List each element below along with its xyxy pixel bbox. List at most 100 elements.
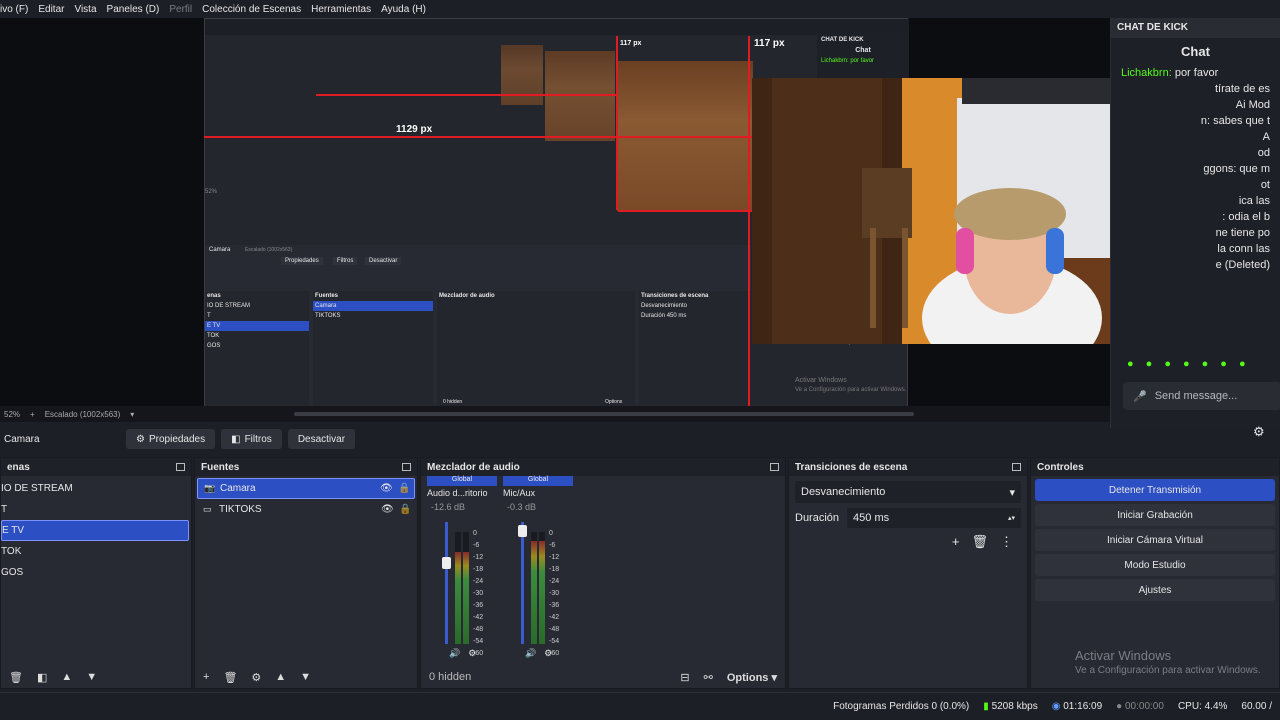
emote-icon[interactable]: ● [1164,358,1171,370]
trash-icon[interactable]: 🗑 [223,671,237,684]
chat-text: tírate de es [1214,83,1270,95]
filters-button[interactable]: ◧ Filtros [221,429,282,449]
menu-item[interactable]: Vista [74,4,96,15]
source-item[interactable]: ▭ TIKTOKS 👁 🔒 [197,499,415,520]
fader-handle[interactable] [442,557,451,569]
mixer-channels: Global Audio d...ritorio -12.6 dB 0 -6 -12 -18… [421,476,787,666]
hidden-count[interactable]: 0 hidden [429,671,471,683]
channel-name[interactable]: Audio d...ritorio [425,486,499,500]
menu-item[interactable]: Editar [38,4,64,15]
emote-icon[interactable]: ● [1202,358,1209,370]
control-button[interactable]: Ajustes [1035,579,1275,601]
plus-icon[interactable]: + [203,671,209,683]
control-button[interactable]: Modo Estudio [1035,554,1275,576]
scene-list: IO DE STREAM T E TV TOK GOS [1,476,191,583]
popout-icon[interactable] [176,463,185,471]
gear-icon[interactable]: ⚙ [468,648,476,659]
duration-row: Duración 450 ms ▴▾ [795,508,1021,528]
emote-icon[interactable]: ● [1220,358,1227,370]
speaker-icon[interactable]: 🔊 [525,648,536,659]
meter-tick-label: 0 [473,530,477,537]
deactivate-button[interactable]: Desactivar [287,429,356,449]
layout-icon[interactable]: ⊟ [680,671,689,684]
plus-icon[interactable]: + [30,410,35,419]
source-item[interactable]: 📷 Camara 👁 🔒 [197,478,415,499]
scene-item[interactable]: GOS [1,562,189,583]
chat-message: ggons: que m [1111,161,1280,177]
gear-icon[interactable]: ⚙ [1253,424,1265,440]
channel-controls: 🔊 ⚙ [449,648,476,659]
menu-item[interactable]: ivo (F) [0,4,28,15]
scene-item[interactable]: T [1,499,189,520]
arrow-down-icon[interactable]: ▼ [86,671,97,683]
nested-scene-item: T [207,313,211,319]
preview-statusbar: 52% + Escalado (1002x563) ▾ [0,406,1110,422]
menu-item[interactable]: Ayuda (H) [381,4,426,15]
fader-handle[interactable] [518,525,527,537]
volume-fader[interactable] [442,522,451,644]
channel-controls: 🔊 ⚙ [525,648,552,659]
sources-title: Fuentes [201,461,240,473]
eye-icon[interactable]: 👁 [381,504,399,515]
lock-icon[interactable]: 🔒 [399,504,415,515]
spinner-icon[interactable]: ▴▾ [1008,514,1015,522]
menu-item[interactable]: Colección de Escenas [202,4,301,15]
transition-select[interactable]: Desvanecimiento ▾ [795,481,1021,503]
gear-icon[interactable]: ⚙ [544,648,552,659]
control-button[interactable]: Iniciar Grabación [1035,504,1275,526]
nested-filtros: Filtros [333,257,358,265]
chat-message: : odia el b [1111,209,1280,225]
plus-icon[interactable]: + [952,534,960,550]
emote-icon[interactable]: ● [1127,358,1134,370]
horizontal-scrollbar[interactable] [294,412,914,416]
menu-item[interactable]: Herramientas [311,4,371,15]
channel-name[interactable]: Mic/Aux [501,486,575,500]
emote-icon[interactable]: ● [1183,358,1190,370]
popout-icon[interactable] [402,463,411,471]
chat-username[interactable]: Lichakbrn: [1121,67,1172,79]
arrow-up-icon[interactable]: ▲ [275,671,286,683]
scene-item[interactable]: IO DE STREAM [1,478,189,499]
nested-docks: Camara Propiedades Filtros Desactivar en… [205,245,751,406]
gear-icon[interactable]: ⚙ [251,671,261,684]
scale-label: Escalado (1002x563) [44,409,121,419]
meter-tick-label: -54 [549,638,560,645]
more-icon[interactable]: ⋮ [1000,534,1013,550]
mic-icon[interactable]: 🎤 [1133,390,1147,403]
link-icon[interactable]: ⚯ [704,671,713,684]
chevron-down-icon[interactable]: ▾ [130,410,134,419]
scenes-dock: enas IO DE STREAM T E TV TOK GOS 🗑 ◧ ▲ ▼ [0,457,192,689]
menu-item[interactable]: Perfil [169,4,192,15]
arrow-up-icon[interactable]: ▲ [61,671,72,683]
options-button[interactable]: Options ▾ [727,671,777,684]
lock-icon[interactable]: 🔒 [398,483,414,494]
control-button[interactable]: Iniciar Cámara Virtual [1035,529,1275,551]
menu-item[interactable]: Paneles (D) [107,4,160,15]
emote-icon[interactable]: ● [1146,358,1153,370]
activate-title: Activar Windows [1075,648,1172,663]
zoom-level[interactable]: 52% [4,410,20,419]
nested-camera-feed-3 [501,45,543,105]
trash-icon[interactable]: 🗑 [971,534,988,550]
duration-input[interactable]: 450 ms ▴▾ [847,508,1021,528]
popout-icon[interactable] [1012,463,1021,471]
speaker-icon[interactable]: 🔊 [449,648,460,659]
volume-fader[interactable] [518,522,527,644]
chat-send-field[interactable]: 🎤 Send message... [1123,382,1280,410]
meter-tick-label: -18 [473,566,484,573]
scene-item[interactable]: TOK [1,541,189,562]
trash-icon[interactable]: 🗑 [9,671,23,684]
filter-icon: ◧ [231,433,241,445]
arrow-down-icon[interactable]: ▼ [300,671,311,683]
popout-icon[interactable] [770,463,779,471]
filters-label: Filtros [244,433,272,445]
filter-icon[interactable]: ◧ [37,671,47,684]
meter-tick-label: 0 [549,530,553,537]
scene-item[interactable]: E TV [1,520,189,541]
emote-icon[interactable]: ● [1239,358,1246,370]
options-label: Options [726,671,769,684]
mixer-title: Mezclador de audio [427,461,520,473]
eye-icon[interactable]: 👁 [380,483,398,494]
control-button[interactable]: Detener Transmisión [1035,479,1275,501]
properties-button[interactable]: ⚙ Propiedades [126,429,216,449]
